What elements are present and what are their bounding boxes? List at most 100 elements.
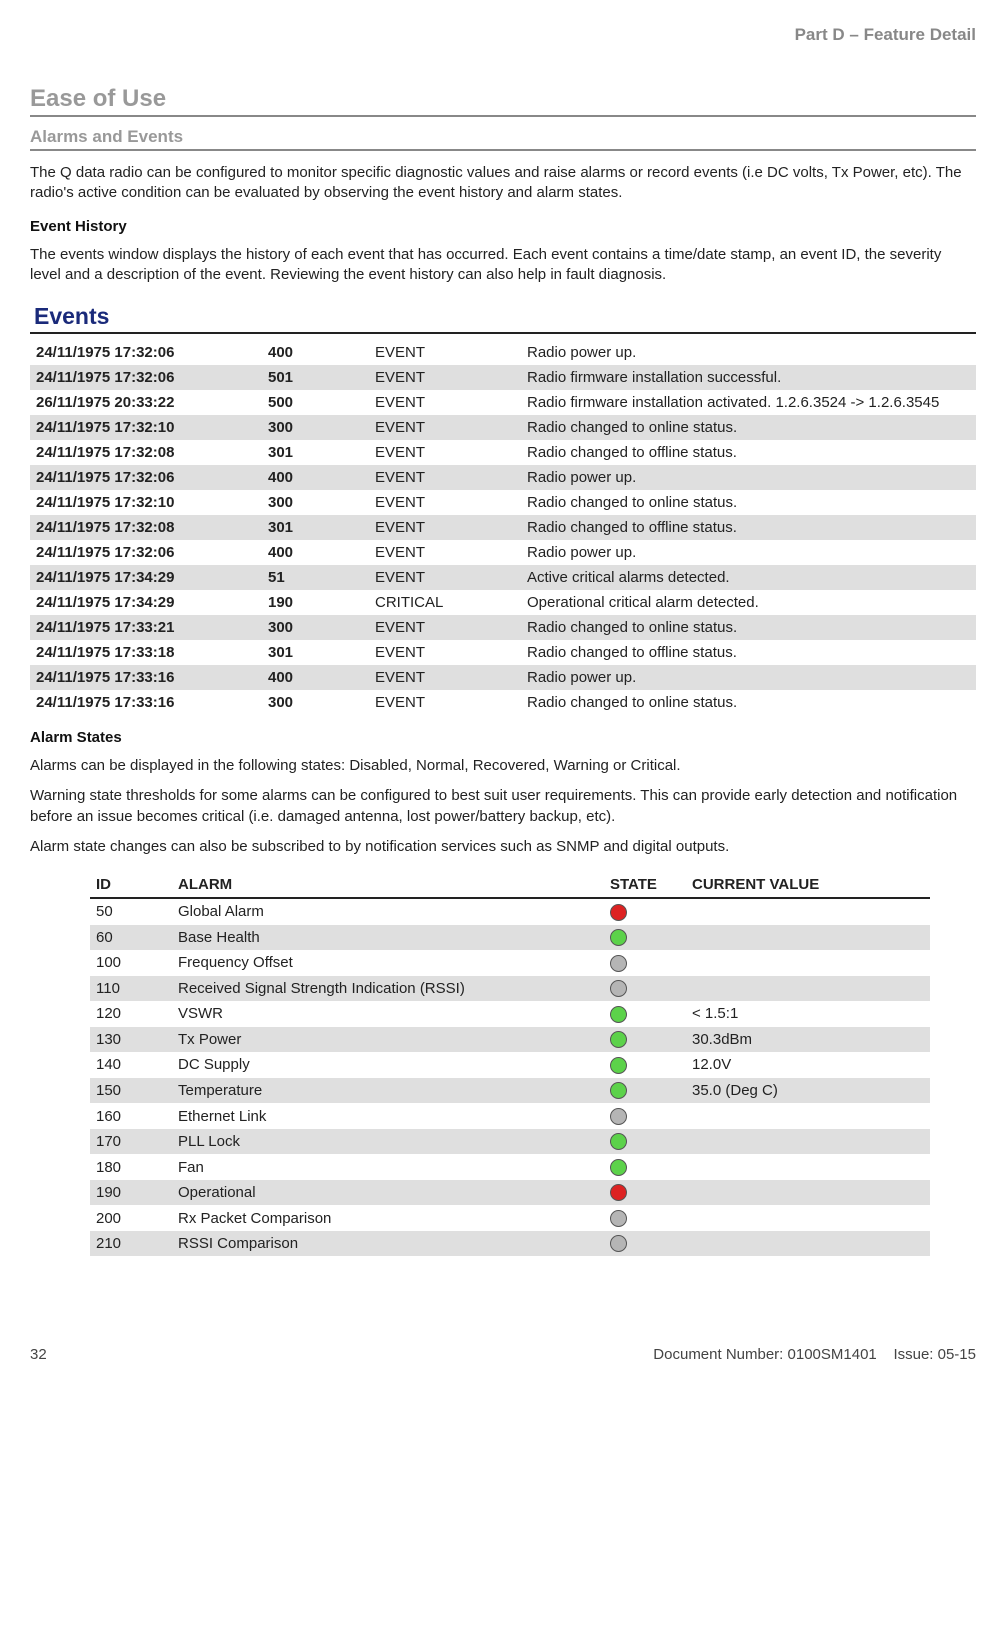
event-description: Radio power up. — [521, 665, 976, 690]
table-row: 24/11/1975 17:32:06400EVENTRadio power u… — [30, 340, 976, 365]
alarm-name: Temperature — [172, 1078, 604, 1104]
event-severity: EVENT — [369, 690, 521, 715]
event-id: 301 — [262, 440, 369, 465]
alarm-state — [604, 1205, 686, 1231]
alarm-name: Ethernet Link — [172, 1103, 604, 1129]
alarm-state — [604, 898, 686, 925]
state-dot-icon — [610, 929, 627, 946]
alarm-name: Base Health — [172, 925, 604, 951]
event-id: 51 — [262, 565, 369, 590]
state-dot-icon — [610, 1082, 627, 1099]
table-row: 130Tx Power30.3dBm — [90, 1027, 930, 1053]
alarm-id: 110 — [90, 976, 172, 1002]
alarm-id: 130 — [90, 1027, 172, 1053]
event-timestamp: 24/11/1975 17:34:29 — [30, 565, 262, 590]
state-dot-icon — [610, 904, 627, 921]
alarm-id: 60 — [90, 925, 172, 951]
alarm-col-name: ALARM — [172, 872, 604, 898]
state-dot-icon — [610, 980, 627, 997]
table-row: 24/11/1975 17:32:10300EVENTRadio changed… — [30, 490, 976, 515]
alarm-id: 120 — [90, 1001, 172, 1027]
alarm-current-value — [686, 1205, 930, 1231]
alarm-id: 180 — [90, 1154, 172, 1180]
alarm-state — [604, 1129, 686, 1155]
alarm-id: 170 — [90, 1129, 172, 1155]
state-dot-icon — [610, 1006, 627, 1023]
event-id: 300 — [262, 690, 369, 715]
table-row: 24/11/1975 17:33:18301EVENTRadio changed… — [30, 640, 976, 665]
alarm-state — [604, 1078, 686, 1104]
event-id: 301 — [262, 515, 369, 540]
alarm-current-value — [686, 925, 930, 951]
alarm-states-p3: Alarm state changes can also be subscrib… — [30, 837, 976, 857]
alarm-name: RSSI Comparison — [172, 1231, 604, 1257]
event-description: Radio changed to online status. — [521, 490, 976, 515]
table-row: 210RSSI Comparison — [90, 1231, 930, 1257]
event-severity: EVENT — [369, 490, 521, 515]
alarm-name: PLL Lock — [172, 1129, 604, 1155]
table-row: 190Operational — [90, 1180, 930, 1206]
table-row: 110Received Signal Strength Indication (… — [90, 976, 930, 1002]
alarm-current-value — [686, 1154, 930, 1180]
event-description: Radio changed to online status. — [521, 690, 976, 715]
alarm-current-value: 12.0V — [686, 1052, 930, 1078]
alarm-name: Tx Power — [172, 1027, 604, 1053]
event-id: 400 — [262, 340, 369, 365]
alarm-state — [604, 1154, 686, 1180]
alarm-table: ID ALARM STATE CURRENT VALUE 50Global Al… — [90, 872, 930, 1256]
intro-paragraph: The Q data radio can be configured to mo… — [30, 163, 976, 204]
alarm-id: 140 — [90, 1052, 172, 1078]
table-row: 24/11/1975 17:33:16400EVENTRadio power u… — [30, 665, 976, 690]
state-dot-icon — [610, 1235, 627, 1252]
table-row: 200Rx Packet Comparison — [90, 1205, 930, 1231]
alarm-state — [604, 950, 686, 976]
alarm-name: VSWR — [172, 1001, 604, 1027]
event-description: Radio firmware installation activated. 1… — [521, 390, 976, 415]
alarm-state — [604, 1231, 686, 1257]
table-row: 60Base Health — [90, 925, 930, 951]
event-description: Radio changed to online status. — [521, 415, 976, 440]
state-dot-icon — [610, 1159, 627, 1176]
alarm-current-value: 35.0 (Deg C) — [686, 1078, 930, 1104]
event-description: Radio firmware installation successful. — [521, 365, 976, 390]
table-row: 24/11/1975 17:33:16300EVENTRadio changed… — [30, 690, 976, 715]
event-severity: EVENT — [369, 365, 521, 390]
alarm-id: 210 — [90, 1231, 172, 1257]
table-row: 170PLL Lock — [90, 1129, 930, 1155]
alarm-state — [604, 925, 686, 951]
event-severity: CRITICAL — [369, 590, 521, 615]
alarm-current-value — [686, 976, 930, 1002]
event-history-heading: Event History — [30, 218, 976, 235]
event-severity: EVENT — [369, 440, 521, 465]
event-id: 400 — [262, 540, 369, 565]
alarm-current-value — [686, 1129, 930, 1155]
event-timestamp: 24/11/1975 17:33:16 — [30, 690, 262, 715]
state-dot-icon — [610, 1133, 627, 1150]
table-row: 180Fan — [90, 1154, 930, 1180]
alarm-id: 160 — [90, 1103, 172, 1129]
event-severity: EVENT — [369, 640, 521, 665]
alarm-state — [604, 1052, 686, 1078]
table-row: 24/11/1975 17:34:29190CRITICALOperationa… — [30, 590, 976, 615]
event-timestamp: 24/11/1975 17:32:06 — [30, 340, 262, 365]
event-description: Radio changed to offline status. — [521, 515, 976, 540]
event-timestamp: 24/11/1975 17:32:08 — [30, 440, 262, 465]
event-timestamp: 24/11/1975 17:32:08 — [30, 515, 262, 540]
alarm-current-value — [686, 1103, 930, 1129]
section-title: Ease of Use — [30, 85, 976, 117]
event-severity: EVENT — [369, 415, 521, 440]
event-description: Radio power up. — [521, 540, 976, 565]
page-number: 32 — [30, 1346, 47, 1363]
table-row: 26/11/1975 20:33:22500EVENTRadio firmwar… — [30, 390, 976, 415]
table-row: 24/11/1975 17:32:06400EVENTRadio power u… — [30, 540, 976, 565]
event-severity: EVENT — [369, 540, 521, 565]
event-id: 300 — [262, 490, 369, 515]
alarm-col-id: ID — [90, 872, 172, 898]
table-row: 160Ethernet Link — [90, 1103, 930, 1129]
alarm-id: 150 — [90, 1078, 172, 1104]
table-row: 100Frequency Offset — [90, 950, 930, 976]
event-description: Active critical alarms detected. — [521, 565, 976, 590]
event-timestamp: 26/11/1975 20:33:22 — [30, 390, 262, 415]
alarm-id: 190 — [90, 1180, 172, 1206]
alarm-id: 200 — [90, 1205, 172, 1231]
